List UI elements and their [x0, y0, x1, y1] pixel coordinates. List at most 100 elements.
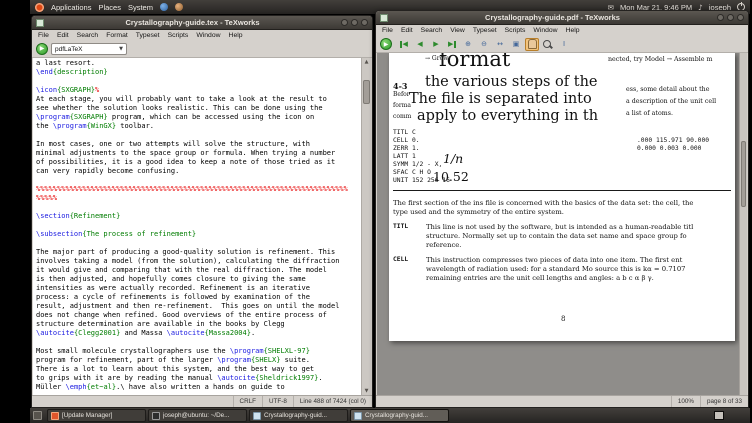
pdf-titlebar[interactable]: Crystallography-guide.pdf - TeXworks: [376, 11, 748, 25]
menu-scripts[interactable]: Scripts: [164, 32, 193, 39]
editor-line[interactable]: see whether the solution looks realistic…: [36, 104, 359, 113]
editor-text[interactable]: a last resort. \end{description} \icon{SX…: [36, 59, 359, 392]
close-button[interactable]: [361, 19, 368, 26]
menu-window[interactable]: Window: [529, 27, 561, 34]
editor-pane[interactable]: a last resort. \end{description} \icon{SX…: [33, 58, 371, 395]
menu-applications[interactable]: Applications: [51, 3, 91, 12]
scrollbar-thumb[interactable]: [741, 141, 746, 207]
editor-line[interactable]: \subsection{The process of refinement}: [36, 230, 359, 239]
editor-line[interactable]: it would give and comparing that with th…: [36, 266, 359, 275]
menu-file[interactable]: File: [34, 32, 53, 39]
close-button[interactable]: [737, 14, 744, 21]
zoom-out-button[interactable]: ⊖: [477, 38, 491, 51]
pdf-scrollbar[interactable]: [739, 53, 747, 395]
editor-line[interactable]: \icon{SXGRAPH}%: [36, 86, 359, 95]
taskbar-button-texworks[interactable]: Crystallography-guid...: [350, 409, 449, 422]
editor-line[interactable]: \autocite{Clegg2001} and Massa \autocite…: [36, 329, 359, 338]
editor-line[interactable]: a last resort.: [36, 59, 359, 68]
editor-line[interactable]: process: a cycle of refinements is follo…: [36, 293, 359, 302]
menu-help[interactable]: Help: [562, 27, 584, 34]
magnifier-button[interactable]: [541, 38, 555, 51]
taskbar-button-update-manager[interactable]: [Update Manager]: [47, 409, 146, 422]
editor-line[interactable]: [36, 338, 359, 347]
engine-selector[interactable]: pdfLaTeX ▼: [51, 43, 127, 55]
browser-icon[interactable]: [159, 3, 168, 11]
editor-line[interactable]: [36, 77, 359, 86]
show-desktop-icon[interactable]: [33, 411, 42, 420]
editor-line[interactable]: structure determination are available in…: [36, 320, 359, 329]
menu-file[interactable]: File: [378, 27, 397, 34]
next-page-button[interactable]: ▶: [429, 38, 443, 51]
menu-help[interactable]: Help: [225, 32, 247, 39]
menu-typeset[interactable]: Typeset: [469, 27, 501, 34]
editor-line[interactable]: \section{Refinement}: [36, 212, 359, 221]
zoom-level[interactable]: 100%: [670, 396, 700, 407]
editor-line[interactable]: the \program{WinGX} toolbar.: [36, 122, 359, 131]
editor-line[interactable]: of possibilities, it is a good idea to k…: [36, 158, 359, 167]
menu-search[interactable]: Search: [73, 32, 103, 39]
editor-line[interactable]: \end{description}: [36, 68, 359, 77]
editor-line[interactable]: Müller \emph{et~al}.\ have also written …: [36, 383, 359, 392]
encoding-indicator[interactable]: UTF-8: [261, 396, 293, 407]
editor-line[interactable]: [36, 203, 359, 212]
ubuntu-logo-icon[interactable]: [35, 2, 44, 12]
zoom-in-button[interactable]: ⊕: [461, 38, 475, 51]
menu-places[interactable]: Places: [98, 3, 121, 12]
minimize-button[interactable]: [341, 19, 348, 26]
editor-line[interactable]: [36, 176, 359, 185]
editor-line[interactable]: [36, 239, 359, 248]
editor-line[interactable]: There is a lot to learn about this syste…: [36, 365, 359, 374]
fit-window-button[interactable]: ▣: [509, 38, 523, 51]
typeset-button[interactable]: ▶: [380, 38, 392, 50]
menu-format[interactable]: Format: [102, 32, 132, 39]
taskbar-button-terminal[interactable]: joseph@ubuntu: ~/De...: [148, 409, 247, 422]
editor-line[interactable]: can very rapidly become confusing.: [36, 167, 359, 176]
menu-window[interactable]: Window: [192, 32, 224, 39]
editor-line[interactable]: %%%%%: [36, 194, 359, 203]
fit-width-button[interactable]: ↔: [493, 38, 507, 51]
help-icon[interactable]: [174, 3, 183, 11]
editor-line[interactable]: program for refinement, part of the larg…: [36, 356, 359, 365]
editor-line[interactable]: The major part of producing a good-quali…: [36, 248, 359, 257]
editor-line[interactable]: At each stage, you will probably want to…: [36, 95, 359, 104]
minimize-button[interactable]: [717, 14, 724, 21]
editor-line[interactable]: involves taking a model (from the soluti…: [36, 257, 359, 266]
editor-line[interactable]: In most cases, one or two attempts will …: [36, 140, 359, 149]
editor-line[interactable]: \program{SXGRAPH} program, which can be …: [36, 113, 359, 122]
editor-line[interactable]: does not change when refined. Good overv…: [36, 311, 359, 320]
workspace-switcher[interactable]: [714, 411, 724, 420]
editor-line[interactable]: result, adjustment and then re-refinemen…: [36, 302, 359, 311]
editor-line[interactable]: [36, 131, 359, 140]
scrollbar-thumb[interactable]: [363, 80, 370, 104]
eol-indicator[interactable]: CRLF: [232, 396, 262, 407]
menu-typeset[interactable]: Typeset: [132, 32, 164, 39]
scroll-down-icon[interactable]: ▼: [362, 388, 371, 394]
maximize-button[interactable]: [727, 14, 734, 21]
first-page-button[interactable]: ◀: [397, 38, 411, 51]
editor-line[interactable]: [36, 221, 359, 230]
editor-line[interactable]: to grips with it are by reading the manu…: [36, 374, 359, 383]
select-text-button[interactable]: I: [557, 38, 571, 51]
pdf-page[interactable]: → Grow format nected, try Model → Assemb…: [389, 53, 735, 341]
menu-search[interactable]: Search: [417, 27, 447, 34]
editor-scrollbar[interactable]: ▲ ▼: [361, 58, 371, 395]
typeset-button[interactable]: ▶: [36, 43, 48, 55]
menu-system[interactable]: System: [128, 3, 153, 12]
editor-line[interactable]: Most small molecule crystallographers us…: [36, 347, 359, 356]
maximize-button[interactable]: [351, 19, 358, 26]
menu-scripts[interactable]: Scripts: [501, 27, 530, 34]
menu-view[interactable]: View: [446, 27, 469, 34]
editor-titlebar[interactable]: Crystallography-guide.tex - TeXworks: [32, 16, 372, 30]
scroll-up-icon[interactable]: ▲: [362, 59, 371, 65]
hand-tool-button[interactable]: [525, 37, 539, 51]
editor-line[interactable]: intensities as were actually recorded. R…: [36, 284, 359, 293]
last-page-button[interactable]: ▶: [445, 38, 459, 51]
editor-line[interactable]: is then adjusted, and hopefully comes cl…: [36, 275, 359, 284]
menu-edit[interactable]: Edit: [53, 32, 73, 39]
taskbar-button-texworks[interactable]: Crystallography-guid...: [249, 409, 348, 422]
editor-line[interactable]: minimal adjustments to the space group o…: [36, 149, 359, 158]
menu-edit[interactable]: Edit: [397, 27, 417, 34]
pdf-view[interactable]: → Grow format nected, try Model → Assemb…: [377, 53, 747, 395]
previous-page-button[interactable]: ◀: [413, 38, 427, 51]
editor-line[interactable]: %%%%%%%%%%%%%%%%%%%%%%%%%%%%%%%%%%%%%%%%…: [36, 185, 359, 194]
